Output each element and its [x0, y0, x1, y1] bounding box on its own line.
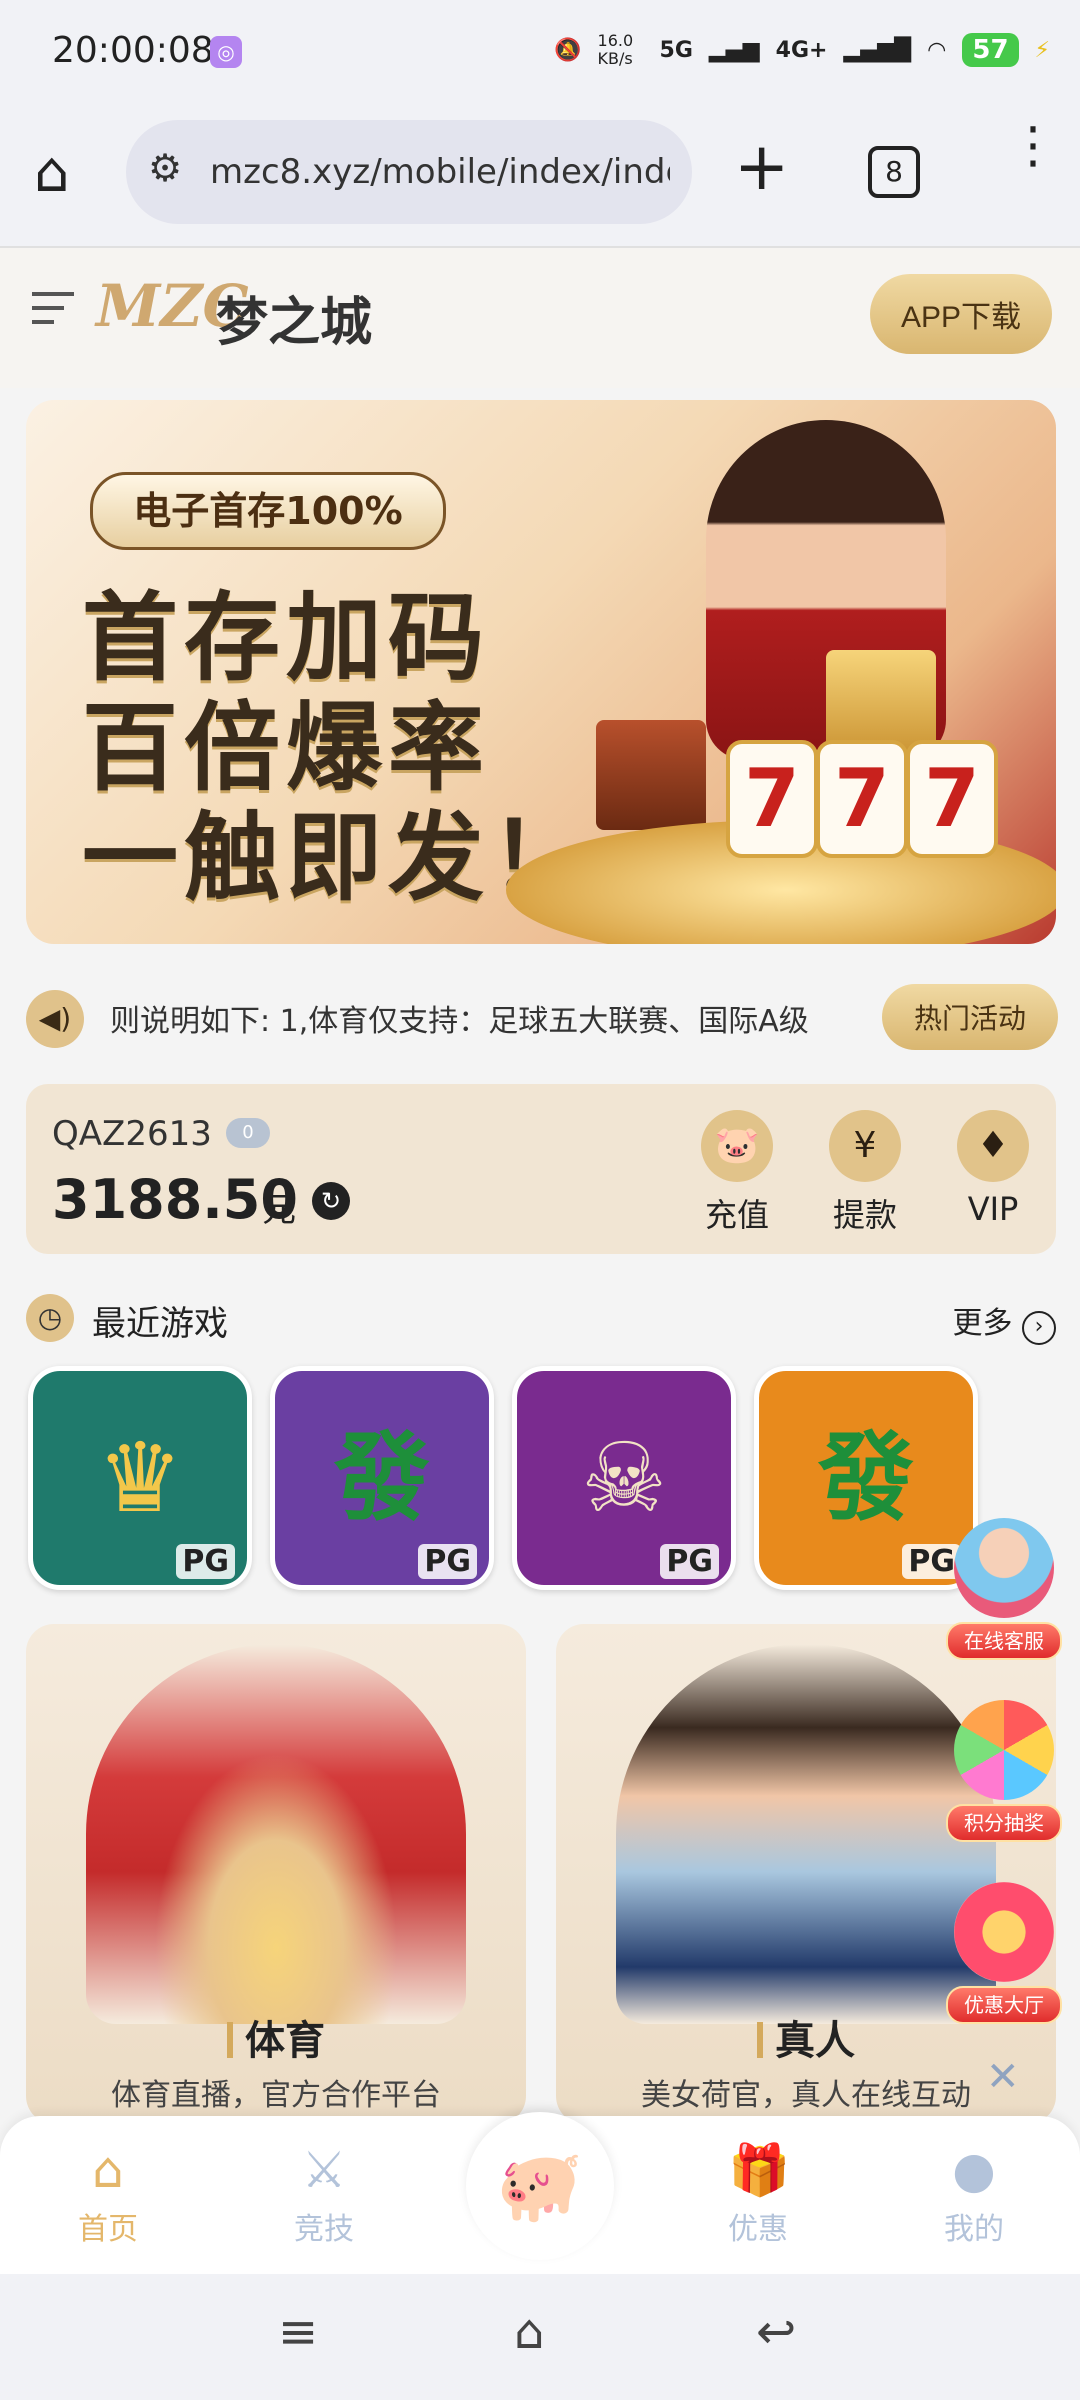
- provider-label: PG: [176, 1544, 235, 1579]
- browser-toolbar: ⌂ ⚙ mzc8.xyz/mobile/index/index.h + 8 ⋮: [0, 110, 1080, 248]
- vip-icon: ♦: [957, 1110, 1029, 1182]
- recent-games-header: ◷ 最近游戏 更多 ›: [26, 1290, 1056, 1346]
- speaker-icon: ◀): [26, 990, 84, 1048]
- withdraw-icon: ¥: [829, 1110, 901, 1182]
- tab-count: 8: [885, 155, 903, 188]
- system-nav-bar: ≡ ⌂ ↩: [0, 2274, 1080, 2400]
- close-floats-icon[interactable]: ✕: [986, 2054, 1020, 2100]
- back-icon[interactable]: ↩: [756, 2304, 796, 2360]
- announcement-text[interactable]: 则说明如下: 1,体育仅支持：足球五大联赛、国际A级: [110, 996, 850, 1040]
- username: QAZ2613: [52, 1114, 212, 1154]
- float-label: 积分抽奖: [946, 1804, 1062, 1842]
- refresh-balance-icon[interactable]: ↻: [312, 1182, 350, 1220]
- slot-reel-3: 7: [906, 740, 998, 858]
- tab-profile[interactable]: ● 我的: [904, 2140, 1044, 2248]
- withdraw-label: 提款: [832, 1196, 897, 1234]
- chevron-right-icon: ›: [1022, 1311, 1056, 1345]
- category-subtitle: 体育直播，官方合作平台: [111, 2078, 441, 2113]
- balance-unit: 元: [262, 1190, 296, 1230]
- category-title-text: 体育: [245, 2018, 325, 2064]
- more-link[interactable]: 更多 ›: [952, 1298, 1056, 1345]
- charging-icon: ⚡: [1034, 37, 1050, 63]
- provider-label: PG: [660, 1544, 719, 1579]
- logo-chinese[interactable]: 梦之城: [216, 280, 372, 355]
- net-speed: 16.0 KB/s: [597, 31, 634, 68]
- category-subtitle: 美女荷官，真人在线互动: [641, 2078, 971, 2113]
- withdraw-button[interactable]: ¥ 提款: [810, 1110, 920, 1236]
- home-icon: ⌂: [92, 2141, 124, 2199]
- status-time: 20:00:08: [52, 30, 214, 71]
- site-settings-icon[interactable]: ⚙: [148, 146, 182, 190]
- status-bar: 20:00:08 ◎ 🔕 16.0 KB/s 5G ▂▄▆ 4G+ ▂▄▆█ ◠…: [0, 0, 1080, 110]
- address-bar[interactable]: ⚙ mzc8.xyz/mobile/index/index.h: [126, 120, 692, 224]
- promo-banner[interactable]: 电子首存100% 首存加码 百倍爆率 一触即发！ 7 7 7: [26, 400, 1056, 944]
- clock-icon: ◷: [26, 1294, 74, 1342]
- new-tab-icon[interactable]: +: [734, 128, 789, 205]
- tab-label: 我的: [944, 2212, 1004, 2247]
- category-card-sports[interactable]: 体育 体育直播，官方合作平台: [26, 1624, 526, 2124]
- service-avatar-image: [954, 1518, 1054, 1618]
- hot-activities-button[interactable]: 热门活动: [882, 984, 1058, 1050]
- vip-level-badge: 0: [226, 1118, 270, 1148]
- provider-label: PG: [418, 1544, 477, 1579]
- prize-wheel-image: [954, 1700, 1054, 1800]
- sports-players-image: [86, 1644, 466, 2024]
- category-card-live[interactable]: 真人 美女荷官，真人在线互动: [556, 1624, 1056, 2124]
- menu-icon[interactable]: [32, 292, 74, 324]
- app-download-button[interactable]: APP下载: [870, 274, 1052, 354]
- vip-label: VIP: [967, 1190, 1019, 1228]
- overflow-menu-icon[interactable]: ⋮: [1008, 120, 1058, 170]
- slot-reel-1: 7: [726, 740, 818, 858]
- tab-label: 首页: [78, 2212, 138, 2247]
- live-dealer-image: [616, 1644, 996, 2024]
- game-tile[interactable]: ♛ PG: [28, 1366, 252, 1590]
- announcement-bar: ◀) 则说明如下: 1,体育仅支持：足球五大联赛、国际A级 热门活动: [26, 984, 1058, 1054]
- gift-icon: 🎁: [728, 2141, 791, 2199]
- tab-label: 竞技: [294, 2212, 354, 2247]
- site-header: MZC 梦之城 APP下载: [0, 248, 1080, 388]
- signal-bars-icon: ▂▄▆: [708, 37, 760, 63]
- account-card: QAZ2613 0 3188.50 元 ↻ 🐷 充值 ¥ 提款 ♦ VIP: [26, 1084, 1056, 1254]
- center-deposit-button[interactable]: 🐖: [466, 2112, 614, 2260]
- signal-4g: 4G+: [775, 37, 828, 63]
- recent-games-title: 最近游戏: [92, 1304, 228, 1344]
- piggy-bank-icon: 🐖: [496, 2145, 584, 2227]
- swords-icon: ⚔: [301, 2141, 347, 2199]
- wifi-icon: ◠: [927, 37, 947, 63]
- user-icon: ●: [952, 2141, 996, 2199]
- deposit-label: 充值: [704, 1196, 769, 1234]
- notification-app-icon: ◎: [210, 36, 242, 68]
- game-tile[interactable]: ☠ PG: [512, 1366, 736, 1590]
- slot-reel-2: 7: [816, 740, 908, 858]
- signal-5g: 5G: [659, 37, 693, 63]
- tab-label: 优惠: [728, 2212, 788, 2247]
- mute-icon: 🔕: [554, 37, 582, 63]
- category-title-text: 真人: [775, 2018, 855, 2064]
- home-icon[interactable]: ⌂: [34, 140, 70, 205]
- vip-button[interactable]: ♦ VIP: [938, 1110, 1048, 1228]
- url-text[interactable]: mzc8.xyz/mobile/index/index.h: [210, 152, 670, 192]
- more-label: 更多: [952, 1306, 1013, 1341]
- banner-badge: 电子首存100%: [90, 472, 446, 550]
- category-title: 体育: [26, 2008, 526, 2066]
- tab-sports[interactable]: ⚔ 竞技: [254, 2140, 394, 2248]
- system-home-icon[interactable]: ⌂: [514, 2304, 544, 2360]
- float-label: 在线客服: [946, 1622, 1062, 1660]
- customer-service-widget[interactable]: 在线客服: [942, 1518, 1066, 1660]
- piggy-icon: 🐷: [701, 1110, 773, 1182]
- treasure-chest-image: [596, 720, 706, 830]
- float-label: 优惠大厅: [946, 1986, 1062, 2024]
- deposit-button[interactable]: 🐷 充值: [682, 1110, 792, 1236]
- tab-promotions[interactable]: 🎁 优惠: [688, 2140, 828, 2248]
- gift-pile-image: [954, 1882, 1054, 1982]
- game-tile[interactable]: 發 PG: [270, 1366, 494, 1590]
- tab-home[interactable]: ⌂ 首页: [38, 2140, 178, 2248]
- recents-icon[interactable]: ≡: [278, 2304, 318, 2360]
- promo-hall-widget[interactable]: 优惠大厅: [942, 1882, 1066, 2024]
- battery-level: 57: [962, 33, 1019, 67]
- signal-bars-icon-2: ▂▄▆█: [843, 37, 912, 63]
- status-right: 🔕 16.0 KB/s 5G ▂▄▆ 4G+ ▂▄▆█ ◠ 57 ⚡: [554, 30, 1050, 70]
- lottery-widget[interactable]: 积分抽奖: [942, 1700, 1066, 1842]
- tab-switcher-button[interactable]: 8: [868, 146, 920, 198]
